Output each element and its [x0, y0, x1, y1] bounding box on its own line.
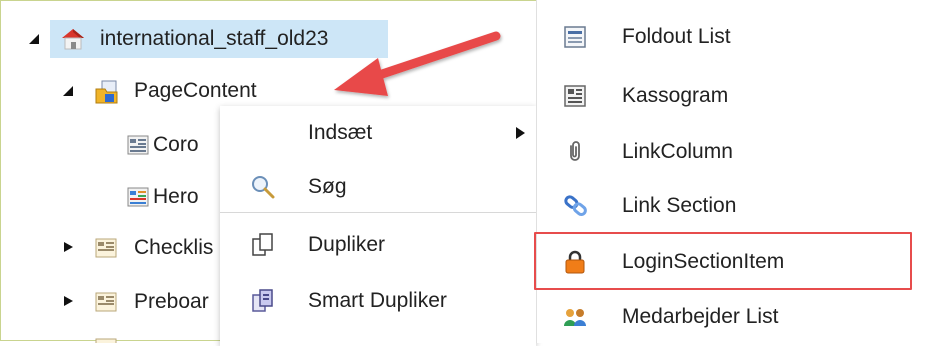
tree-item-label[interactable]: international_staff_old23: [100, 27, 328, 51]
menu-item-duplicate[interactable]: Dupliker: [220, 220, 536, 270]
triangle-right-icon: [64, 296, 73, 306]
collapse-toggle[interactable]: [28, 33, 40, 45]
menu-item-label: Smart Dupliker: [308, 289, 447, 312]
expand-toggle[interactable]: [62, 295, 74, 307]
foldout-list-icon: [562, 24, 588, 50]
menu-item-label: Indsæt: [308, 121, 373, 144]
menu-item-label: Søg: [308, 175, 347, 198]
triangle-down-icon: [29, 34, 39, 44]
submenu-item-label: Medarbejder List: [622, 305, 779, 328]
house-icon: [60, 27, 84, 51]
link-icon: [562, 193, 588, 219]
submenu-item-linkcolumn[interactable]: LinkColumn: [537, 125, 950, 181]
menu-item-label: Dupliker: [308, 233, 386, 256]
kassogram-icon: [562, 83, 588, 109]
triangle-right-icon: [64, 242, 73, 252]
smart-duplicate-icon: [250, 288, 276, 314]
component-icon: [94, 336, 118, 343]
component-colored-icon: [126, 185, 150, 209]
tree-item-label[interactable]: Hero: [153, 185, 199, 209]
menu-item-smart-duplicate[interactable]: Smart Dupliker: [220, 276, 536, 326]
tree-item-label[interactable]: PageContent: [134, 79, 257, 103]
folder-page-icon: [94, 79, 118, 104]
paperclip-icon: [562, 139, 588, 165]
submenu-item-foldout-list[interactable]: Foldout List: [537, 10, 950, 66]
submenu-arrow-icon: [516, 127, 525, 139]
annotation-highlight-box: [534, 232, 912, 290]
submenu-item-label: Foldout List: [622, 25, 731, 48]
tree-item-label[interactable]: Preboar: [134, 290, 209, 314]
component-icon: [94, 236, 118, 260]
people-icon: [562, 304, 588, 330]
component-icon: [94, 290, 118, 314]
submenu-item-link-section[interactable]: Link Section: [537, 179, 950, 235]
submenu-item-label: Link Section: [622, 194, 737, 217]
submenu-item-medarbejder-list[interactable]: Medarbejder List: [537, 290, 950, 346]
annotation-arrow-icon: [334, 31, 501, 96]
tree-item-label[interactable]: Checklis: [134, 236, 213, 260]
insert-submenu: Foldout List Kassogram LinkColumn Link S…: [536, 0, 950, 343]
triangle-down-icon: [63, 86, 73, 96]
expand-toggle[interactable]: [62, 241, 74, 253]
collapse-toggle[interactable]: [62, 85, 74, 97]
tree-item-label[interactable]: Coro: [153, 133, 199, 157]
duplicate-icon: [250, 232, 276, 258]
component-icon: [126, 133, 150, 157]
submenu-item-kassogram[interactable]: Kassogram: [537, 69, 950, 125]
submenu-item-label: Kassogram: [622, 84, 729, 107]
search-icon: [250, 174, 276, 200]
context-menu: Indsæt Søg Dupliker Smart Dupliker: [220, 106, 536, 346]
menu-separator: [220, 212, 536, 213]
menu-item-insert[interactable]: Indsæt: [220, 108, 536, 158]
submenu-item-label: LinkColumn: [622, 140, 733, 163]
menu-item-search[interactable]: Søg: [220, 162, 536, 212]
